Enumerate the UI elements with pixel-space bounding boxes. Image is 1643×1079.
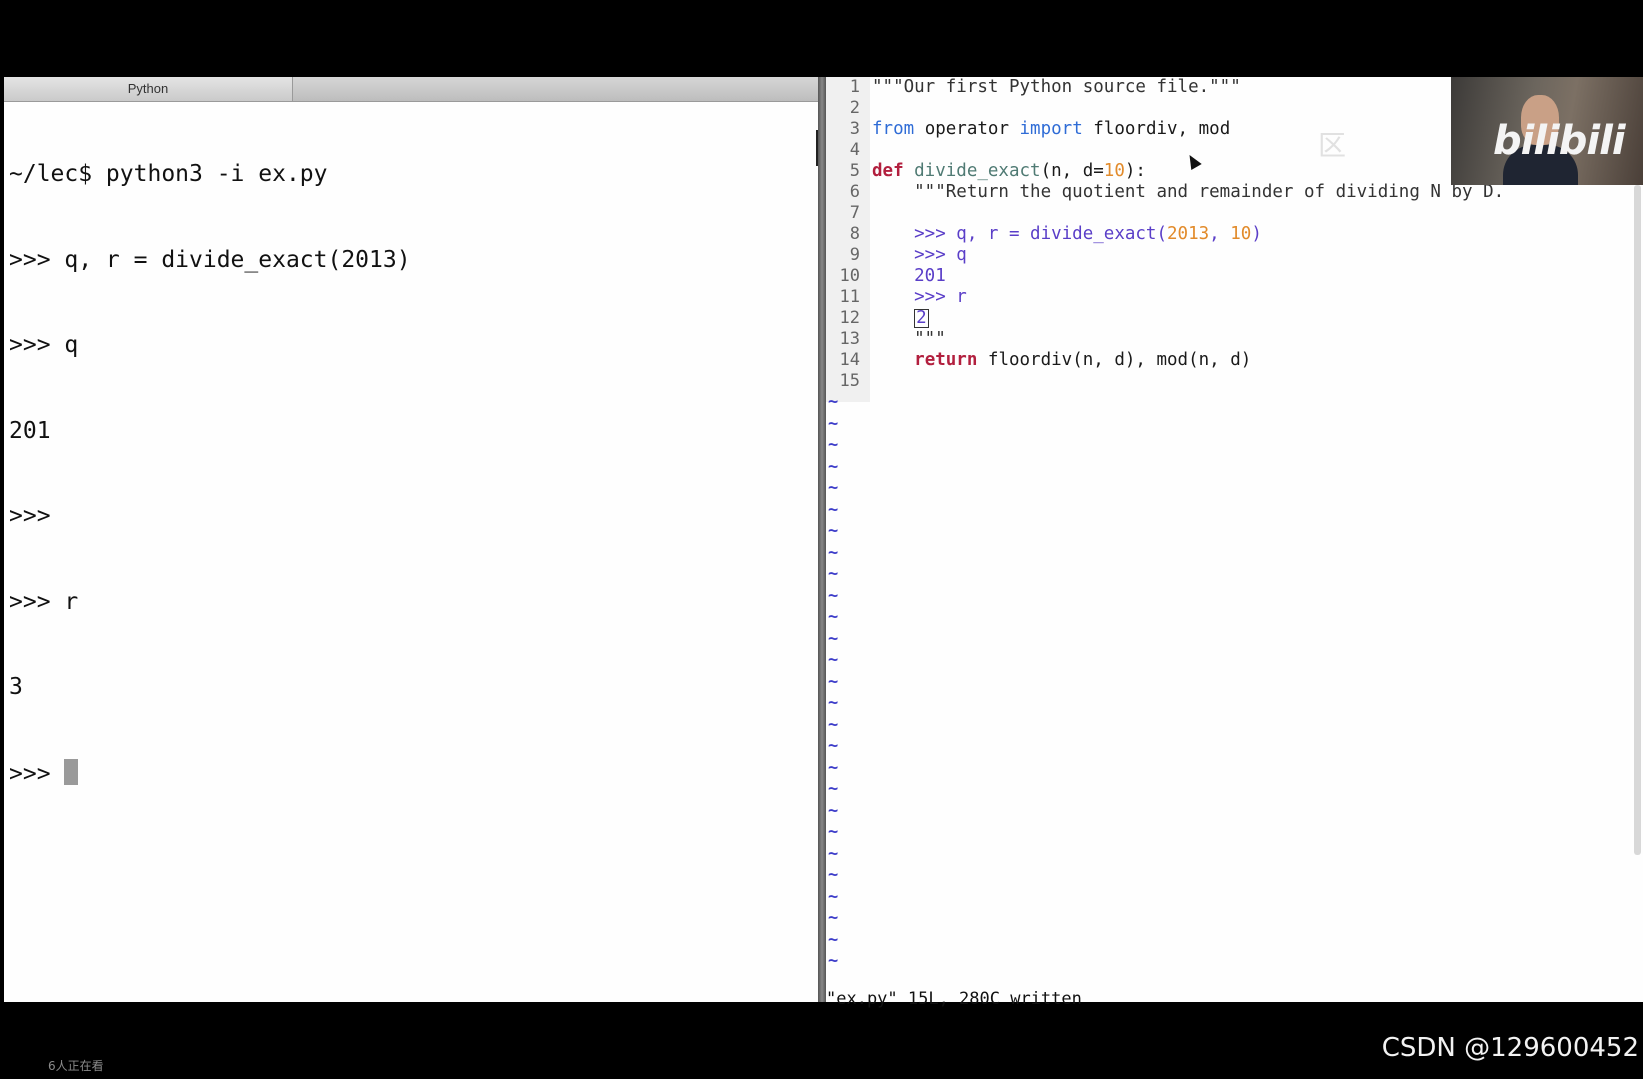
keyword: return — [914, 350, 978, 370]
code-text: operator — [914, 119, 1020, 139]
terminal-window[interactable]: Python ~/lec$ python3 -i ex.py >>> q, r … — [4, 77, 818, 1002]
number-literal: 10 — [1230, 224, 1252, 244]
code-line-6[interactable]: """Return the quotient and remainder of … — [872, 182, 1504, 202]
line-number: 1 — [849, 77, 860, 97]
line-number: 9 — [849, 245, 860, 265]
tilde-marker: ~ — [828, 951, 839, 971]
code-line-8[interactable]: >>> q, r = divide_exact(2013, 10) — [872, 224, 1262, 244]
code-line-5[interactable]: def divide_exact(n, d=10): — [872, 161, 1146, 181]
watermark-text: 区 — [1318, 129, 1347, 162]
line-number: 3 — [849, 119, 860, 139]
tilde-marker: ~ — [828, 779, 839, 799]
line-number: 6 — [849, 182, 860, 202]
line-number: 14 — [839, 350, 860, 370]
tilde-marker: ~ — [828, 607, 839, 627]
tilde-marker: ~ — [828, 456, 839, 477]
line-number: 10 — [839, 266, 860, 286]
number-literal: 10 — [1103, 161, 1125, 181]
tilde-marker: ~ — [828, 499, 839, 520]
tilde-marker: ~ — [828, 865, 839, 885]
doctest-text: , — [1209, 224, 1231, 244]
tilde-marker: ~ — [828, 542, 839, 563]
vim-status-line: "ex.py" 15L, 280C written — [826, 989, 1082, 1009]
code-text: floordiv(n, d), mod(n, d) — [977, 350, 1252, 370]
terminal-line: >>> — [9, 503, 65, 529]
tilde-marker: ~ — [828, 886, 839, 907]
code-text: ): — [1124, 161, 1146, 181]
line-number: 5 — [849, 161, 860, 181]
tilde-marker: ~ — [828, 521, 839, 541]
tilde-marker: ~ — [828, 800, 839, 821]
keyword: from — [872, 119, 915, 139]
terminal-line: 3 — [9, 674, 23, 700]
tilde-marker: ~ — [828, 628, 839, 649]
tilde-marker: ~ — [828, 650, 839, 670]
tilde-marker: ~ — [828, 822, 839, 842]
terminal-line: 201 — [9, 417, 51, 444]
doctest-text: >>> q, r = divide_exact( — [872, 224, 1168, 244]
editor-cursor: 2 — [914, 308, 929, 328]
terminal-prompt: >>> — [9, 760, 65, 787]
terminal-output[interactable]: ~/lec$ python3 -i ex.py >>> q, r = divid… — [9, 103, 809, 844]
tilde-marker: ~ — [828, 929, 839, 950]
line-number: 8 — [849, 224, 860, 244]
tilde-marker: ~ — [828, 908, 839, 928]
editor-scrollbar[interactable] — [1634, 185, 1641, 855]
line-number: 13 — [839, 329, 860, 349]
split-divider[interactable] — [818, 77, 826, 1002]
line-number: 2 — [849, 98, 860, 118]
code-text: (n, d= — [1040, 161, 1104, 181]
terminal-line: >>> q, r = divide_exact(2013) — [9, 246, 411, 273]
function-name: divide_exact — [903, 161, 1041, 181]
terminal-line: >>> q — [9, 332, 79, 358]
line-number: 12 — [839, 308, 860, 328]
keyword: import — [1019, 119, 1083, 139]
tilde-marker: ~ — [828, 714, 839, 735]
terminal-line: >>> r — [9, 588, 79, 615]
number-literal: 2013 — [1167, 224, 1210, 244]
code-line-9[interactable]: >>> q — [872, 245, 967, 265]
terminal-tab-python[interactable]: Python — [4, 77, 293, 101]
tilde-marker: ~ — [828, 564, 839, 584]
vim-editor[interactable]: 1 2 3 4 5 6 7 8 9 10 11 12 13 14 15 """O… — [826, 77, 1643, 1009]
keyword: def — [872, 161, 904, 181]
terminal-line: ~/lec$ python3 -i ex.py — [9, 161, 328, 187]
line-number: 15 — [839, 371, 860, 391]
code-text: floordiv, mod — [1082, 119, 1231, 139]
tilde-marker: ~ — [828, 585, 839, 606]
tilde-marker: ~ — [828, 693, 839, 713]
terminal-tab-bar: Python — [4, 77, 818, 102]
tilde-marker: ~ — [828, 478, 839, 498]
text-cursor — [64, 758, 79, 785]
tilde-marker: ~ — [828, 757, 839, 778]
code-line-13[interactable]: """ — [872, 329, 946, 349]
code-line-14[interactable]: return floordiv(n, d), mod(n, d) — [872, 350, 1251, 370]
tilde-marker: ~ — [828, 843, 839, 864]
csdn-watermark: CSDN @129600452 — [1381, 1033, 1639, 1063]
doctest-text: ) — [1251, 224, 1262, 244]
line-number: 11 — [839, 287, 860, 307]
code-line-1[interactable]: """Our first Python source file.""" — [872, 77, 1241, 97]
code-line-10[interactable]: 201 — [872, 266, 946, 286]
line-number: 7 — [849, 203, 860, 223]
bilibili-logo: bilibili — [1493, 118, 1626, 164]
tilde-marker: ~ — [828, 435, 839, 455]
code-line-3[interactable]: from operator import floordiv, mod — [872, 119, 1230, 139]
code-line-11[interactable]: >>> r — [872, 287, 967, 307]
terminal-prompt-line[interactable]: >>> — [9, 758, 809, 788]
tilde-marker: ~ — [828, 736, 839, 756]
tilde-marker: ~ — [828, 392, 839, 412]
line-number: 4 — [849, 140, 860, 160]
tilde-marker: ~ — [828, 671, 839, 692]
tilde-marker: ~ — [828, 413, 839, 434]
code-line-12[interactable]: 2 — [872, 308, 929, 328]
viewer-count: 6人正在看 — [48, 1059, 104, 1073]
